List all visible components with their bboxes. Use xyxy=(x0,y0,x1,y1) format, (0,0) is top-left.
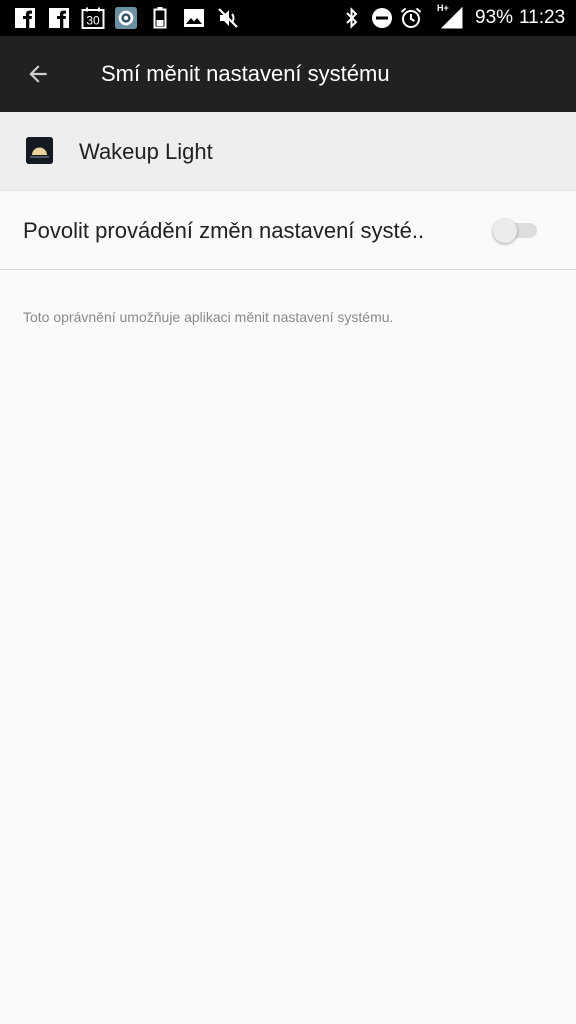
wakeup-light-app-icon xyxy=(26,137,53,164)
image-icon xyxy=(184,9,204,27)
bluetooth-icon xyxy=(346,7,358,29)
permission-toggle[interactable] xyxy=(493,219,539,243)
facebook-icon xyxy=(49,8,69,28)
battery-percent: 93% xyxy=(475,7,514,28)
volume-off-icon xyxy=(218,8,238,28)
calendar-day: 30 xyxy=(86,14,100,28)
permission-description: Toto oprávnění umožňuje aplikaci měnit n… xyxy=(23,309,394,325)
facebook-icon xyxy=(15,8,35,28)
calendar-icon: 30 xyxy=(81,7,105,29)
app-name: Wakeup Light xyxy=(79,139,213,164)
battery-small-icon xyxy=(153,7,167,29)
back-button[interactable] xyxy=(18,56,58,92)
arrow-back-icon xyxy=(29,65,47,83)
clock: 11:23 xyxy=(519,7,566,28)
do-not-disturb-icon xyxy=(372,8,392,28)
permission-label: Povolit provádění změn nastavení systé.. xyxy=(23,218,425,243)
toggle-thumb xyxy=(493,219,517,243)
app-notification-icon xyxy=(115,7,137,29)
status-bar: 30 H+ 93% 11:23 xyxy=(0,0,576,36)
app-header: Wakeup Light xyxy=(0,112,576,191)
signal-icon xyxy=(440,7,463,29)
alarm-icon xyxy=(400,7,422,28)
permission-row[interactable]: Povolit provádění změn nastavení systé.. xyxy=(0,191,576,270)
toolbar: Smí měnit nastavení systému xyxy=(0,36,576,112)
page-title: Smí měnit nastavení systému xyxy=(101,61,390,86)
